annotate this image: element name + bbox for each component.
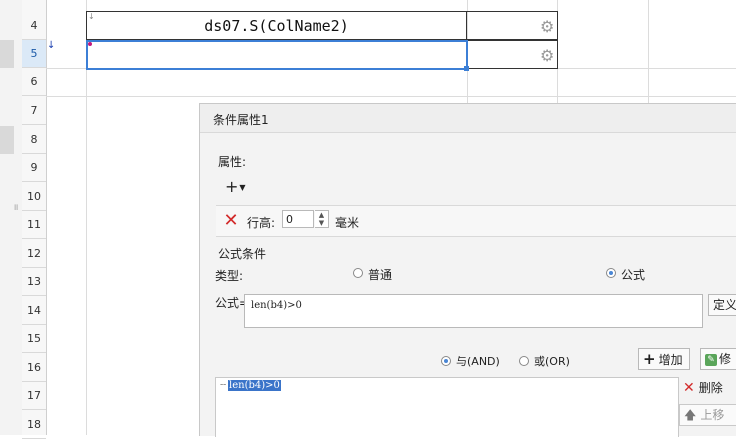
logic-or-radio[interactable]: [519, 356, 529, 366]
add-condition-button[interactable]: + 增加: [638, 348, 690, 370]
row-number-17[interactable]: 17: [22, 382, 46, 410]
row-number-4[interactable]: 4: [22, 12, 46, 40]
row-header: 4 5 6 7 8 9 10 11 12 13 14 15 16 17 18: [22, 0, 47, 439]
logic-or-label[interactable]: 或(OR): [534, 353, 570, 369]
modify-condition-label: 修: [719, 352, 732, 366]
expand-direction-icon: ↓: [88, 12, 95, 21]
arrow-up-icon: 🡅: [684, 408, 697, 422]
properties-label: 属性:: [218, 155, 247, 169]
list-item[interactable]: ╌ len(b4)>0: [220, 380, 281, 391]
chevron-down-icon: ▼: [239, 182, 246, 192]
row-number-16[interactable]: 16: [22, 354, 46, 382]
condition-attribute-dialog: 条件属性1 属性: +▼ ✕ 行高: 0 ▲ ▼ 毫米 公式条件 类型: 普通 …: [199, 103, 736, 437]
panel-marker: [0, 40, 14, 68]
fill-handle[interactable]: [464, 66, 469, 71]
type-normal-radio[interactable]: [353, 268, 363, 278]
logic-and-radio[interactable]: [441, 356, 451, 366]
row-number-12[interactable]: 12: [22, 240, 46, 268]
splitter-grip-icon[interactable]: ॥: [13, 200, 18, 213]
spin-down-icon[interactable]: ▼: [315, 219, 328, 227]
property-row-height: ✕ 行高: 0 ▲ ▼ 毫米: [216, 205, 736, 237]
cell-d5[interactable]: ⚙: [467, 40, 558, 69]
dialog-title-bar[interactable]: 条件属性1: [200, 104, 736, 133]
define-button[interactable]: 定义: [708, 294, 736, 316]
row-number-7[interactable]: 7: [22, 97, 46, 125]
type-label: 类型:: [215, 269, 244, 283]
row-height-input[interactable]: 0: [282, 210, 314, 228]
row-number-10[interactable]: 10: [22, 183, 46, 211]
row-number-9[interactable]: 9: [22, 154, 46, 182]
left-panel-strip: [0, 0, 23, 435]
gear-icon[interactable]: ⚙: [540, 48, 556, 64]
row-height-label: 行高:: [247, 216, 276, 230]
panel-marker: [0, 126, 14, 154]
delete-icon: ✕: [683, 380, 695, 396]
logic-and-label[interactable]: 与(AND): [456, 353, 500, 369]
delete-condition-label: 删除: [698, 381, 723, 395]
delete-property-icon[interactable]: ✕: [222, 212, 240, 230]
add-property-dropdown[interactable]: +▼: [224, 177, 254, 199]
row-number-5[interactable]: 5: [22, 40, 46, 68]
grid-line: [648, 0, 649, 103]
condition-text: len(b4)>0: [228, 380, 281, 391]
type-formula-label[interactable]: 公式: [621, 266, 645, 283]
formula-condition-label: 公式条件: [218, 247, 267, 261]
grid-line: [46, 96, 736, 97]
move-up-label: 上移: [700, 408, 725, 422]
dialog-title: 条件属性1: [213, 113, 269, 127]
modify-condition-button[interactable]: ✎ 修: [700, 348, 736, 370]
cell-c4[interactable]: ds07.S(ColName2): [86, 11, 467, 40]
type-formula-radio[interactable]: [606, 268, 616, 278]
condition-list[interactable]: ╌ len(b4)>0: [215, 377, 679, 437]
row-height-unit: 毫米: [335, 216, 360, 230]
cell-d4[interactable]: ⚙: [467, 11, 558, 40]
selected-cell-c5[interactable]: [86, 40, 468, 70]
row-number-15[interactable]: 15: [22, 325, 46, 353]
condition-marker-dot: [88, 42, 92, 46]
move-up-button[interactable]: 🡅 上移: [679, 404, 736, 426]
row-number-8[interactable]: 8: [22, 126, 46, 154]
tree-connector: ╌: [220, 380, 227, 391]
plus-icon: +: [225, 177, 239, 196]
row-number-13[interactable]: 13: [22, 268, 46, 296]
row-number-14[interactable]: 14: [22, 297, 46, 325]
spin-up-icon[interactable]: ▲: [315, 211, 328, 219]
gear-icon[interactable]: ⚙: [540, 19, 556, 35]
plus-icon: +: [643, 350, 656, 368]
add-condition-label: 增加: [658, 353, 683, 367]
row-number-11[interactable]: 11: [22, 211, 46, 239]
type-normal-label[interactable]: 普通: [368, 266, 392, 283]
modify-icon: ✎: [705, 353, 717, 366]
formula-input[interactable]: len(b4)>0: [244, 294, 703, 328]
expand-direction-icon: ↓: [47, 40, 56, 51]
delete-condition-button[interactable]: ✕ 删除: [679, 378, 736, 398]
row-number-6[interactable]: 6: [22, 68, 46, 96]
row-height-spinner[interactable]: ▲ ▼: [315, 210, 329, 228]
